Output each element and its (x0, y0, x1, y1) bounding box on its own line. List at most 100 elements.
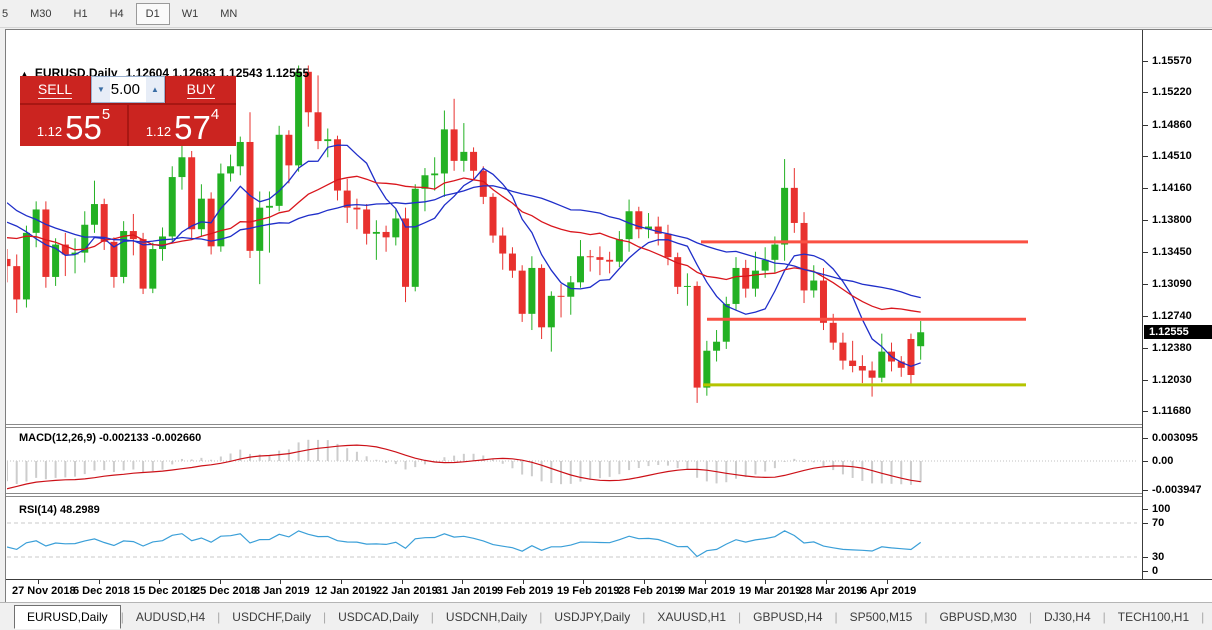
chart-tab-sp500[interactable]: SP500,M15 (838, 606, 925, 628)
date-tick-label: 9 Feb 2019 (497, 585, 554, 597)
chart-tab-gbpusd[interactable]: GBPUSD,H4 (741, 606, 834, 628)
macd-tick-label: -0.003947 (1152, 484, 1202, 497)
timeframe-button-h1[interactable]: H1 (64, 3, 98, 25)
date-tick-label: 28 Feb 2019 (618, 585, 681, 597)
price-tick-label: 1.12380 (1152, 342, 1192, 355)
axis-tick (159, 580, 160, 584)
chart-tab-xauusd[interactable]: XAUUSD,H1 (645, 606, 738, 628)
price-tick-label: 1.14160 (1152, 181, 1192, 194)
volume-increase-icon[interactable]: ▲ (146, 77, 164, 102)
timeframe-toolbar: 5 M30 H1 H4 D1 W1 MN (0, 0, 1212, 28)
pane-separator[interactable] (6, 427, 1212, 428)
chart-tab-eurusd[interactable]: EURUSD,Daily (14, 605, 121, 629)
date-tick-label: 25 Dec 2018 (194, 585, 257, 597)
volume-input[interactable]: 5.00 (110, 77, 146, 102)
price-tick-label: 1.11680 (1152, 404, 1192, 417)
axis-tick (705, 580, 706, 584)
buy-button[interactable]: BUY (166, 76, 236, 103)
date-tick-label: 22 Jan 2019 (376, 585, 438, 597)
current-price-tag: 1.12555 (1144, 325, 1212, 340)
timeframe-button-d1[interactable]: D1 (135, 2, 170, 25)
axis-tick (38, 580, 39, 584)
date-axis[interactable]: 27 Nov 2018 6 Dec 2018 15 Dec 2018 25 Dec 2… (6, 579, 1212, 601)
axis-tick (1143, 156, 1148, 158)
timeframe-button-h4[interactable]: H4 (100, 3, 134, 25)
axis-tick (1143, 348, 1148, 350)
price-tick-label: 1.13090 (1152, 278, 1192, 291)
axis-tick (765, 580, 766, 584)
axis-tick (1143, 410, 1148, 412)
rsi-line (7, 530, 922, 558)
rsi-tick-label: 0 (1152, 565, 1159, 577)
macd-tick-label: 0.00 (1152, 455, 1174, 467)
chart-tab-usdjpy[interactable]: USDJPY,Daily (542, 606, 642, 628)
chart-tab-usdcnh[interactable]: USDCNH,Daily (434, 606, 539, 628)
axis-tick (887, 580, 888, 584)
axis-tick (1143, 490, 1148, 492)
macd-tick-label: 0.003095 (1152, 432, 1198, 444)
price-axis[interactable]: 1.15570 1.15220 1.14860 1.14510 1.14160 1.138… (1143, 30, 1212, 579)
axis-tick (1143, 461, 1148, 462)
axis-tick (1143, 509, 1148, 510)
rsi-indicator-label: RSI(14) 48.2989 (19, 504, 100, 516)
axis-tick (826, 580, 827, 584)
axis-tick (99, 580, 100, 584)
axis-tick (1143, 379, 1148, 381)
chart-tab-bar: EURUSD,Daily | AUDUSD,H4 | USDCHF,Daily | USDC… (0, 602, 1212, 630)
timeframe-button-mn[interactable]: MN (210, 3, 247, 25)
timeframe-button-m30[interactable]: M30 (20, 3, 61, 25)
chart-tab-dj30[interactable]: DJ30,H4 (1032, 606, 1103, 628)
date-tick-label: 28 Mar 2019 (800, 585, 863, 597)
axis-tick (1143, 251, 1148, 253)
chart-window: ▲ EURUSD,Daily 1.12604 1.12683 1.12543 1.1… (5, 29, 1212, 603)
rsi-tick-label: 100 (1152, 503, 1171, 515)
price-tick-label: 1.13800 (1152, 214, 1192, 227)
axis-tick (1143, 187, 1148, 189)
pane-separator[interactable] (6, 424, 1212, 425)
one-click-trade-panel: SELL ▼ 5.00 ▲ BUY 1.12 55 5 1.12 57 4 (20, 76, 236, 146)
chart-tab-usdcad[interactable]: USDCAD,Daily (326, 606, 431, 628)
date-tick-label: 6 Apr 2019 (861, 585, 917, 597)
chart-tab-usdchf[interactable]: USDCHF,Daily (220, 606, 323, 628)
macd-indicator-label: MACD(12,26,9) -0.002133 -0.002660 (19, 432, 202, 444)
axis-tick (1143, 92, 1148, 94)
date-tick-label: 27 Nov 2018 (12, 585, 76, 597)
price-tick-label: 1.12740 (1152, 309, 1192, 322)
timeframe-button-w1[interactable]: W1 (172, 3, 209, 25)
sell-price-display[interactable]: 1.12 55 5 (20, 105, 127, 146)
chart-tab-uko[interactable]: UKO (1204, 606, 1212, 628)
date-tick-label: 31 Jan 2019 (436, 585, 498, 597)
chart-tab-audusd[interactable]: AUDUSD,H4 (124, 606, 217, 628)
sell-button[interactable]: SELL (20, 76, 90, 103)
rsi-tick-label: 70 (1152, 517, 1165, 529)
date-tick-label: 19 Feb 2019 (557, 585, 620, 597)
axis-tick (341, 580, 342, 584)
axis-tick (583, 580, 584, 584)
rsi-pane (7, 522, 1137, 558)
price-tick-label: 1.14510 (1152, 150, 1192, 163)
date-tick-label: 15 Dec 2018 (133, 585, 196, 597)
axis-tick (1143, 438, 1148, 439)
axis-tick (462, 580, 463, 584)
date-tick-label: 3 Jan 2019 (254, 585, 310, 597)
macd-pane (7, 439, 1137, 490)
volume-decrease-icon[interactable]: ▼ (92, 77, 110, 102)
pane-separator[interactable] (6, 496, 1212, 497)
axis-tick (644, 580, 645, 584)
axis-tick (1143, 220, 1148, 222)
date-tick-label: 12 Jan 2019 (315, 585, 377, 597)
price-tick-label: 1.15220 (1152, 86, 1192, 99)
axis-tick (1143, 284, 1148, 286)
pane-separator[interactable] (6, 493, 1212, 494)
price-tick-label: 1.13450 (1152, 245, 1192, 258)
axis-tick (1143, 523, 1148, 524)
axis-tick (1143, 124, 1148, 126)
axis-tick (220, 580, 221, 584)
timeframe-button-5[interactable]: 5 (0, 3, 18, 25)
chart-tab-tech100[interactable]: TECH100,H1 (1106, 606, 1201, 628)
price-tick-label: 1.14860 (1152, 118, 1192, 131)
mt4-workspace: 5 M30 H1 H4 D1 W1 MN ▲ EURUSD,Daily 1.12604 1.12… (0, 0, 1212, 630)
chart-tab-gbpusd[interactable]: GBPUSD,M30 (927, 606, 1028, 628)
buy-price-display[interactable]: 1.12 57 4 (129, 105, 236, 146)
date-tick-label: 19 Mar 2019 (739, 585, 802, 597)
